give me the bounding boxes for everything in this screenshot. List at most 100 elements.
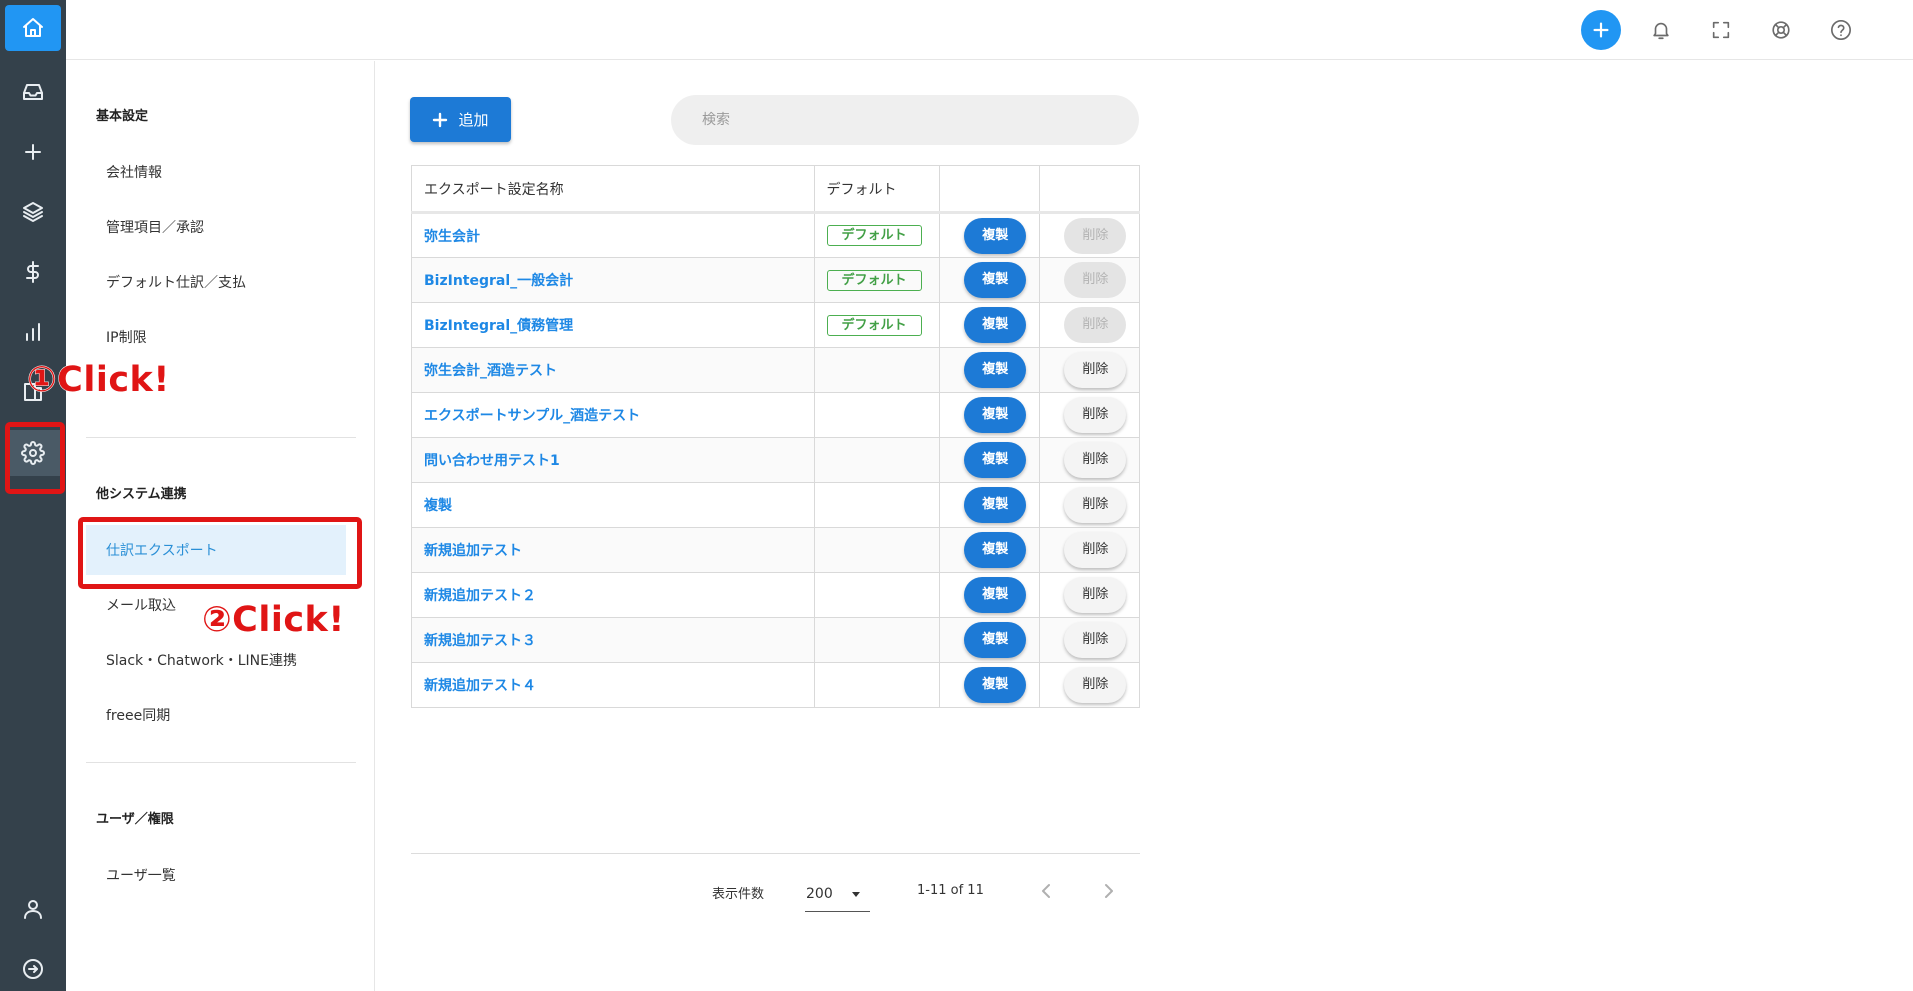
copy-cell: 複製 bbox=[938, 392, 1040, 438]
inbox-button[interactable] bbox=[5, 69, 61, 115]
delete-button[interactable]: 削除 bbox=[1064, 622, 1127, 658]
export-setting-name-link[interactable]: エクスポートサンプル_酒造テスト bbox=[424, 408, 640, 424]
fullscreen-button[interactable] bbox=[1701, 10, 1741, 50]
table-row: BizIntegral_一般会計 デフォルト 複製 削除 bbox=[411, 257, 1141, 303]
copy-cell: 複製 bbox=[938, 347, 1040, 393]
copy-button[interactable]: 複製 bbox=[964, 667, 1027, 703]
support-button[interactable] bbox=[1761, 10, 1801, 50]
default-badge: デフォルト bbox=[826, 225, 922, 246]
menu-item-company-info[interactable]: 会社情報 bbox=[86, 147, 346, 197]
delete-cell: 削除 bbox=[1038, 437, 1141, 483]
rows-per-page-select[interactable]: 200 bbox=[805, 876, 870, 912]
copy-button[interactable]: 複製 bbox=[964, 352, 1027, 388]
menu-item-freee-sync[interactable]: freee同期 bbox=[86, 690, 346, 740]
export-setting-name-link[interactable]: BizIntegral_債務管理 bbox=[424, 318, 573, 334]
arrow-right-circle-icon bbox=[23, 959, 43, 979]
copy-cell: 複製 bbox=[938, 527, 1040, 573]
copy-button[interactable]: 複製 bbox=[964, 622, 1027, 658]
delete-cell: 削除 bbox=[1038, 257, 1141, 303]
pager-divider bbox=[411, 853, 1140, 854]
name-cell: 複製 bbox=[411, 482, 815, 528]
delete-button[interactable]: 削除 bbox=[1064, 442, 1127, 478]
export-setting-name-link[interactable]: 新規追加テスト４ bbox=[424, 678, 536, 694]
copy-cell: 複製 bbox=[938, 662, 1040, 708]
menu-item-ip-restriction[interactable]: IP制限 bbox=[86, 312, 346, 362]
table-row: 弥生会計 デフォルト 複製 削除 bbox=[411, 212, 1141, 258]
copy-cell: 複製 bbox=[938, 482, 1040, 528]
copy-button[interactable]: 複製 bbox=[964, 397, 1027, 433]
default-cell: デフォルト bbox=[813, 302, 940, 348]
name-cell: BizIntegral_債務管理 bbox=[411, 302, 815, 348]
delete-button[interactable]: 削除 bbox=[1064, 667, 1127, 703]
plus-icon bbox=[433, 112, 448, 127]
table-row: 問い合わせ用テスト1 複製 削除 bbox=[411, 437, 1141, 483]
delete-button[interactable]: 削除 bbox=[1064, 487, 1127, 523]
add-button[interactable]: 追加 bbox=[410, 97, 511, 142]
name-cell: 問い合わせ用テスト1 bbox=[411, 437, 815, 483]
inbox-icon bbox=[23, 84, 43, 100]
click-annotation-2: ②Click! bbox=[202, 600, 345, 641]
search-input[interactable] bbox=[671, 95, 1139, 145]
table-row: エクスポートサンプル_酒造テスト 複製 削除 bbox=[411, 392, 1141, 438]
copy-button[interactable]: 複製 bbox=[964, 217, 1027, 254]
delete-cell: 削除 bbox=[1038, 392, 1141, 438]
plus-icon bbox=[25, 144, 41, 160]
caret-down-icon bbox=[852, 892, 860, 897]
export-setting-name-link[interactable]: 問い合わせ用テスト1 bbox=[424, 453, 560, 469]
notification-button[interactable] bbox=[1641, 10, 1681, 50]
layers-icon bbox=[23, 202, 43, 222]
table-row: 新規追加テスト４ 複製 削除 bbox=[411, 662, 1141, 708]
name-cell: エクスポートサンプル_酒造テスト bbox=[411, 392, 815, 438]
bell-icon bbox=[1653, 22, 1669, 40]
collapse-button[interactable] bbox=[5, 946, 61, 991]
rows-per-page-value: 200 bbox=[806, 885, 833, 902]
menu-heading-users: ユーザ／権限 bbox=[96, 812, 174, 827]
copy-button[interactable]: 複製 bbox=[964, 442, 1027, 478]
copy-button[interactable]: 複製 bbox=[964, 262, 1027, 298]
payment-button[interactable] bbox=[5, 249, 61, 295]
export-setting-name-link[interactable]: 弥生会計_酒造テスト bbox=[424, 363, 557, 379]
layers-button[interactable] bbox=[5, 189, 61, 235]
account-button[interactable] bbox=[5, 886, 61, 932]
delete-button[interactable]: 削除 bbox=[1064, 577, 1127, 613]
delete-button[interactable]: 削除 bbox=[1064, 352, 1127, 388]
export-setting-name-link[interactable]: 新規追加テスト２ bbox=[424, 588, 536, 604]
report-button[interactable] bbox=[5, 309, 61, 355]
copy-cell: 複製 bbox=[938, 617, 1040, 663]
settings-highlight bbox=[5, 422, 65, 494]
new-button[interactable] bbox=[5, 129, 61, 175]
name-cell: BizIntegral_一般会計 bbox=[411, 257, 815, 303]
add-button-label: 追加 bbox=[458, 111, 489, 129]
export-setting-name-link[interactable]: 新規追加テスト３ bbox=[424, 633, 536, 649]
plus-icon bbox=[1593, 22, 1609, 38]
next-page-button[interactable] bbox=[1088, 873, 1128, 909]
copy-cell: 複製 bbox=[938, 572, 1040, 618]
menu-item-chat-integration[interactable]: Slack・Chatwork・LINE連携 bbox=[86, 635, 346, 685]
rows-per-page-label: 表示件数 bbox=[712, 887, 765, 902]
home-icon bbox=[23, 18, 43, 37]
table-row: 複製 複製 削除 bbox=[411, 482, 1141, 528]
menu-item-default-journal[interactable]: デフォルト仕訳／支払 bbox=[86, 257, 346, 307]
fullscreen-icon bbox=[1712, 21, 1730, 39]
table-header-row: エクスポート設定名称 デフォルト bbox=[411, 165, 1141, 214]
export-setting-name-link[interactable]: 新規追加テスト bbox=[424, 543, 522, 559]
menu-heading-basic: 基本設定 bbox=[96, 109, 149, 124]
copy-button[interactable]: 複製 bbox=[964, 577, 1027, 613]
top-bar bbox=[66, 0, 1913, 60]
help-button[interactable] bbox=[1821, 10, 1861, 50]
menu-item-user-list[interactable]: ユーザ一覧 bbox=[86, 850, 346, 900]
export-setting-name-link[interactable]: BizIntegral_一般会計 bbox=[424, 273, 573, 289]
export-setting-name-link[interactable]: 弥生会計 bbox=[424, 229, 480, 245]
export-setting-name-link[interactable]: 複製 bbox=[424, 498, 452, 514]
prev-page-button[interactable] bbox=[1027, 873, 1067, 909]
delete-button[interactable]: 削除 bbox=[1064, 397, 1127, 433]
copy-button[interactable]: 複製 bbox=[964, 487, 1027, 523]
copy-button[interactable]: 複製 bbox=[964, 532, 1027, 568]
copy-button[interactable]: 複製 bbox=[964, 307, 1027, 343]
default-cell bbox=[813, 617, 940, 663]
delete-button[interactable]: 削除 bbox=[1064, 532, 1127, 568]
menu-item-management-approval[interactable]: 管理項目／承認 bbox=[86, 202, 346, 252]
top-add-button[interactable] bbox=[1581, 10, 1621, 50]
home-button[interactable] bbox=[5, 5, 61, 51]
default-cell bbox=[813, 437, 940, 483]
